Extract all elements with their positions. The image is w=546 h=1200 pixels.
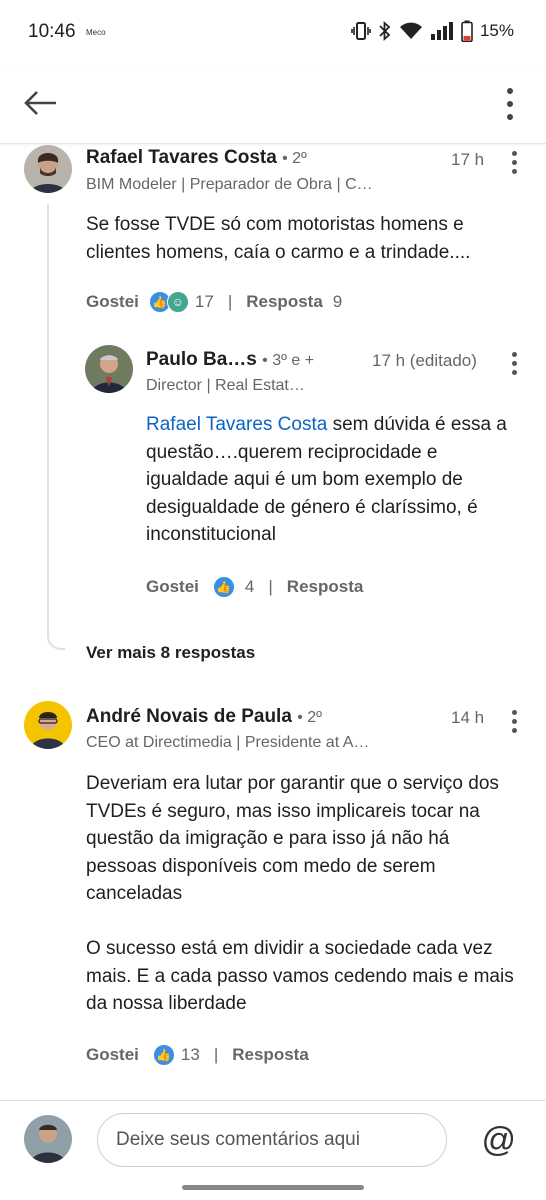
comment-time: 14 h xyxy=(451,708,485,727)
reaction-count[interactable]: 4 xyxy=(245,577,254,597)
reply-count[interactable]: 9 xyxy=(333,292,342,312)
mention-button[interactable]: @ xyxy=(481,1121,516,1160)
comment-actions: Gostei 👍 4 | Resposta xyxy=(146,576,363,598)
my-avatar[interactable] xyxy=(24,1115,72,1163)
comment-text: Se fosse TVDE só com motoristas homens e… xyxy=(86,214,471,263)
reply-button[interactable]: Resposta xyxy=(246,292,323,312)
more-options-button[interactable] xyxy=(504,86,516,122)
signal-icon xyxy=(430,22,453,40)
commenter-headline: BIM Modeler | Preparador de Obra | C… xyxy=(86,176,373,193)
vibrate-icon xyxy=(351,22,371,40)
battery-icon xyxy=(461,20,473,42)
like-reaction-icon: 👍 xyxy=(152,1044,175,1066)
mention-link[interactable]: Rafael Tavares Costa xyxy=(146,414,327,435)
comment-options-button[interactable] xyxy=(512,151,518,175)
comment-actions: Gostei 👍 13 | Resposta xyxy=(86,1044,309,1066)
commenter-name[interactable]: André Novais de Paula • 2º xyxy=(86,706,322,728)
back-button[interactable] xyxy=(22,86,62,120)
top-app-bar xyxy=(0,66,546,144)
commenter-name[interactable]: Rafael Tavares Costa • 2º xyxy=(86,147,307,169)
see-more-replies-link[interactable]: Ver mais 8 respostas xyxy=(86,643,255,663)
separator: | xyxy=(227,292,233,311)
comment-time: 17 h xyxy=(451,150,485,169)
status-time: 10:46 xyxy=(28,21,76,42)
status-carrier: Meco xyxy=(86,28,106,37)
comment-options-button[interactable] xyxy=(512,352,518,376)
connection-degree: • 3º e + xyxy=(262,352,315,369)
separator: | xyxy=(213,1045,219,1064)
connection-degree: • 2º xyxy=(297,709,322,726)
home-indicator xyxy=(182,1185,364,1190)
avatar[interactable] xyxy=(85,345,133,393)
commenter-name[interactable]: Paulo Ba…s • 3º e + xyxy=(146,349,314,371)
avatar[interactable] xyxy=(24,701,72,749)
like-button[interactable]: Gostei xyxy=(146,577,199,597)
comment-text-paragraph-2: O sucesso está em dividir a sociedade ca… xyxy=(86,938,514,1014)
reaction-count[interactable]: 13 xyxy=(181,1045,200,1065)
reaction-icons[interactable]: 👍 ☺ xyxy=(148,291,189,313)
celebrate-reaction-icon: ☺ xyxy=(166,291,189,313)
bluetooth-icon xyxy=(379,21,391,41)
reaction-icons[interactable]: 👍 xyxy=(212,576,235,598)
comment-text: Deveriam era lutar por garantir que o se… xyxy=(86,773,499,904)
reply-button[interactable]: Resposta xyxy=(287,577,364,597)
comment-actions: Gostei 👍 ☺ 17 | Resposta 9 xyxy=(86,291,342,313)
like-button[interactable]: Gostei xyxy=(86,1045,139,1065)
commenter-headline: Director | Real Estat… xyxy=(146,377,305,394)
connection-degree: • 2º xyxy=(282,150,307,167)
wifi-icon xyxy=(399,22,422,39)
thread-line xyxy=(47,204,65,650)
status-icons: 15% xyxy=(351,20,514,42)
avatar[interactable] xyxy=(24,145,72,193)
reaction-icons[interactable]: 👍 xyxy=(152,1044,175,1066)
reply-button[interactable]: Resposta xyxy=(232,1045,309,1065)
comment-options-button[interactable] xyxy=(512,710,518,734)
reaction-count[interactable]: 17 xyxy=(195,292,214,312)
comment-composer: Deixe seus comentários aqui @ xyxy=(0,1100,546,1200)
like-button[interactable]: Gostei xyxy=(86,292,139,312)
separator: | xyxy=(268,577,273,596)
arrow-left-icon xyxy=(24,91,56,115)
comment-input[interactable]: Deixe seus comentários aqui xyxy=(97,1113,447,1167)
battery-percent: 15% xyxy=(479,21,514,40)
comment-text: Rafael Tavares Costa sem dúvida é essa a… xyxy=(146,414,507,545)
comment-time: 17 h (editado) xyxy=(372,351,477,370)
commenter-headline: CEO at Directimedia | Presidente at A… xyxy=(86,734,370,751)
status-bar: 10:46 Meco 15% xyxy=(0,0,546,66)
like-reaction-icon: 👍 xyxy=(212,576,235,598)
more-vertical-icon xyxy=(507,88,513,120)
